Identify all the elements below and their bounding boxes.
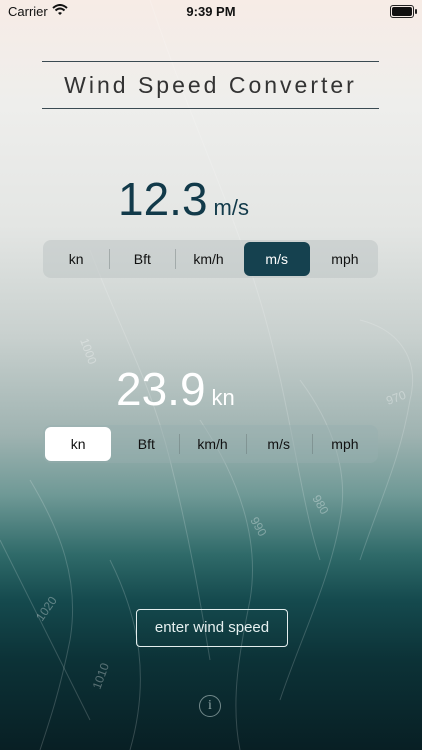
output-unit-kn[interactable]: kn bbox=[45, 427, 112, 461]
battery-icon bbox=[390, 5, 417, 18]
status-time: 9:39 PM bbox=[186, 4, 236, 19]
input-reading: 12.3 m/s bbox=[118, 172, 249, 226]
output-unit: kn bbox=[211, 385, 235, 410]
input-unit: m/s bbox=[213, 195, 249, 220]
contour-label: 1000 bbox=[77, 336, 99, 366]
title-frame: Wind Speed Converter bbox=[42, 61, 379, 109]
input-unit-mph[interactable]: mph bbox=[312, 240, 378, 278]
contour-label: 970 bbox=[384, 388, 408, 408]
input-unit-ms[interactable]: m/s bbox=[243, 242, 310, 276]
status-bar: Carrier 9:39 PM bbox=[0, 0, 422, 24]
output-unit-kmh[interactable]: km/h bbox=[179, 425, 245, 463]
enter-wind-speed-button[interactable]: enter wind speed bbox=[136, 609, 288, 647]
input-unit-selector[interactable]: kn Bft km/h m/s mph bbox=[43, 240, 378, 278]
output-unit-ms[interactable]: m/s bbox=[245, 425, 312, 463]
input-unit-bft[interactable]: Bft bbox=[109, 240, 175, 278]
contour-label: 980 bbox=[309, 493, 331, 518]
input-unit-kn[interactable]: kn bbox=[43, 240, 109, 278]
contour-label: 1020 bbox=[33, 594, 60, 624]
info-icon[interactable]: i bbox=[199, 695, 221, 717]
output-unit-mph[interactable]: mph bbox=[311, 425, 378, 463]
output-value: 23.9 bbox=[116, 363, 206, 415]
output-reading: 23.9 kn bbox=[116, 362, 235, 416]
contour-label: 990 bbox=[247, 515, 269, 540]
output-unit-bft[interactable]: Bft bbox=[113, 425, 179, 463]
page-title: Wind Speed Converter bbox=[64, 72, 357, 98]
input-value: 12.3 bbox=[118, 173, 208, 225]
contour-label: 1010 bbox=[90, 661, 112, 691]
input-unit-kmh[interactable]: km/h bbox=[175, 240, 241, 278]
output-unit-selector[interactable]: kn Bft km/h m/s mph bbox=[43, 425, 378, 463]
